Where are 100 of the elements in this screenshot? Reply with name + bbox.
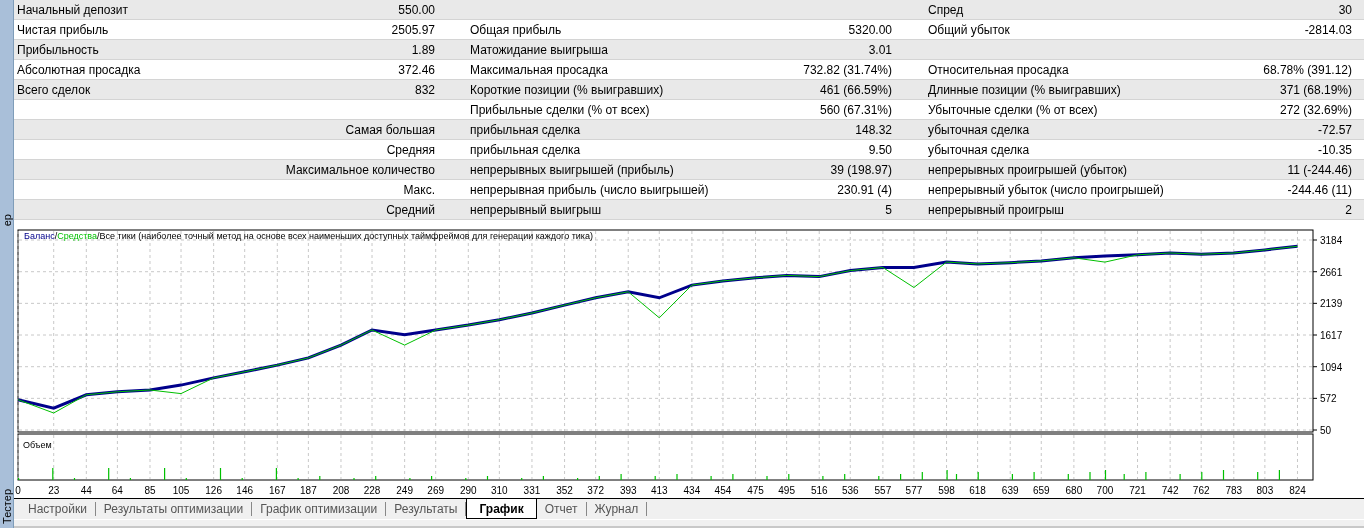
axis-tick-label: 762 (1192, 485, 1210, 496)
axis-tick-label: 618 (969, 485, 986, 496)
stat-value: 272 (32.69%) (1279, 102, 1352, 117)
stat-label: Спред (928, 2, 964, 17)
axis-tick-label: 2661 (1320, 266, 1343, 278)
stat-label: Матожидание выигрыша (470, 42, 608, 57)
stat-label: Средний (386, 202, 435, 217)
stat-label: Всего сделок (17, 82, 91, 97)
axis-tick-label: 495 (778, 485, 795, 496)
stat-value: -72.57 (1317, 122, 1352, 137)
stat-label: непрерывная прибыль (число выигрышей) (470, 182, 709, 197)
axis-tick-label: 50 (1320, 425, 1332, 436)
legend-label: Средства (57, 231, 98, 241)
axis-tick-label: 187 (300, 485, 317, 496)
axis-tick-label: 208 (332, 485, 350, 496)
axis-tick-label: 577 (905, 485, 923, 496)
panel-label: ер (0, 214, 13, 227)
stat-label: убыточная сделка (928, 142, 1030, 157)
stat-value: 9.50 (868, 142, 892, 157)
stat-label: Прибыльные сделки (% от всех) (470, 102, 650, 117)
axis-tick-label: 572 (1320, 393, 1337, 405)
axis-tick-label: 352 (556, 485, 573, 496)
stat-label: Максимальное количество (285, 162, 435, 177)
stat-label: Средняя (386, 142, 435, 157)
axis-tick-label: 290 (459, 485, 477, 496)
stat-label: Самая большая (345, 122, 435, 137)
stat-value: 2505.97 (391, 22, 435, 37)
stat-value: 30 (1338, 2, 1352, 17)
stat-label: Абсолютная просадка (17, 62, 141, 77)
stat-label: Чистая прибыль (17, 22, 109, 37)
stat-value: 371 (68.19%) (1279, 82, 1352, 97)
stat-value: 3.01 (868, 42, 892, 57)
stat-value: 11 (-244.46) (1287, 162, 1352, 177)
axis-tick-label: 700 (1096, 485, 1114, 496)
axis-tick-label: 2139 (1320, 298, 1343, 310)
axis-tick-label: 434 (683, 485, 701, 496)
legend-label: Баланс (24, 231, 55, 241)
axis-tick-label: 85 (144, 485, 156, 496)
axis-tick-label: 331 (523, 485, 541, 496)
axis-tick-label: 167 (268, 485, 286, 496)
stat-label: Длинные позиции (% выигравших) (928, 82, 1121, 97)
stat-label: Начальный депозит (17, 2, 128, 17)
panel-label: Тестер (0, 489, 13, 524)
axis-tick-label: 249 (396, 485, 413, 496)
axis-tick-label: 269 (427, 485, 445, 496)
axis-tick-label: 639 (1001, 485, 1019, 496)
stat-label: Общая прибыль (470, 22, 562, 37)
stat-value: 560 (67.31%) (819, 102, 892, 117)
axis-tick-label: 64 (111, 485, 123, 496)
axis-tick-label: 742 (1161, 485, 1179, 496)
stat-label: Убыточные сделки (% от всех) (928, 102, 1098, 117)
axis-tick-label: 803 (1256, 485, 1274, 496)
stat-value: 5 (885, 202, 892, 217)
stat-value: 461 (66.59%) (819, 82, 892, 97)
axis-tick-label: 1094 (1320, 361, 1343, 373)
stat-value: 5320.00 (848, 22, 892, 37)
legend-separator: / (97, 231, 100, 241)
axis-tick-label: 310 (491, 485, 508, 496)
axis-tick-label: 721 (1129, 485, 1146, 496)
stat-label: непрерывных выигрышей (прибыль) (470, 162, 674, 177)
axis-tick-label: 516 (810, 485, 828, 496)
axis-tick-label: 372 (587, 485, 604, 496)
axis-tick-label: 598 (938, 485, 955, 496)
axis-tick-label: 393 (619, 485, 637, 496)
stat-value: 2 (1345, 202, 1352, 217)
stat-label: Относительная просадка (928, 62, 1069, 77)
stat-label: непрерывный убыток (число проигрышей) (928, 182, 1164, 197)
axis-tick-label: 454 (714, 485, 732, 496)
legend-label: Все тики (наиболее точный метод на основе всех наименьших доступных таймфреймов для генерации каждого тика) (99, 231, 593, 241)
axis-tick-label: 146 (236, 485, 254, 496)
stat-label: прибыльная сделка (470, 142, 581, 157)
axis-tick-label: 475 (747, 485, 764, 496)
axis-tick-label: 23 (48, 485, 60, 496)
stat-label: прибыльная сделка (470, 122, 581, 137)
axis-tick-label: 659 (1032, 485, 1050, 496)
stat-value: -244.46 (11) (1287, 182, 1352, 197)
stat-label: Короткие позиции (% выигравших) (470, 82, 664, 97)
axis-tick-label: 824 (1289, 485, 1306, 496)
axis-tick-label: 0 (15, 485, 21, 496)
axis-tick-label: 536 (841, 485, 859, 496)
stat-label: Прибыльность (17, 42, 99, 57)
legend-separator: / (54, 231, 58, 241)
stat-label: непрерывных проигрышей (убыток) (928, 162, 1127, 177)
stat-value: -2814.03 (1304, 22, 1352, 37)
stat-label: Общий убыток (928, 22, 1010, 37)
axis-tick-label: 557 (874, 485, 892, 496)
stat-value: 550.00 (398, 2, 435, 17)
stat-value: 832 (414, 82, 435, 97)
axis-tick-label: 228 (363, 485, 381, 496)
axis-tick-label: 1617 (1320, 330, 1343, 341)
axis-tick-label: 413 (650, 485, 668, 496)
axis-tick-label: 126 (205, 485, 222, 496)
axis-tick-label: 3184 (1320, 235, 1343, 246)
stat-value: -10.35 (1317, 142, 1352, 157)
axis-tick-label: 680 (1065, 485, 1083, 496)
stat-value: 230.91 (4) (837, 182, 892, 197)
stat-label: непрерывный выигрыш (470, 202, 602, 217)
stat-value: 39 (198.97) (830, 162, 892, 177)
stat-label: Макс. (403, 182, 435, 197)
axis-tick-label: 44 (80, 485, 92, 496)
